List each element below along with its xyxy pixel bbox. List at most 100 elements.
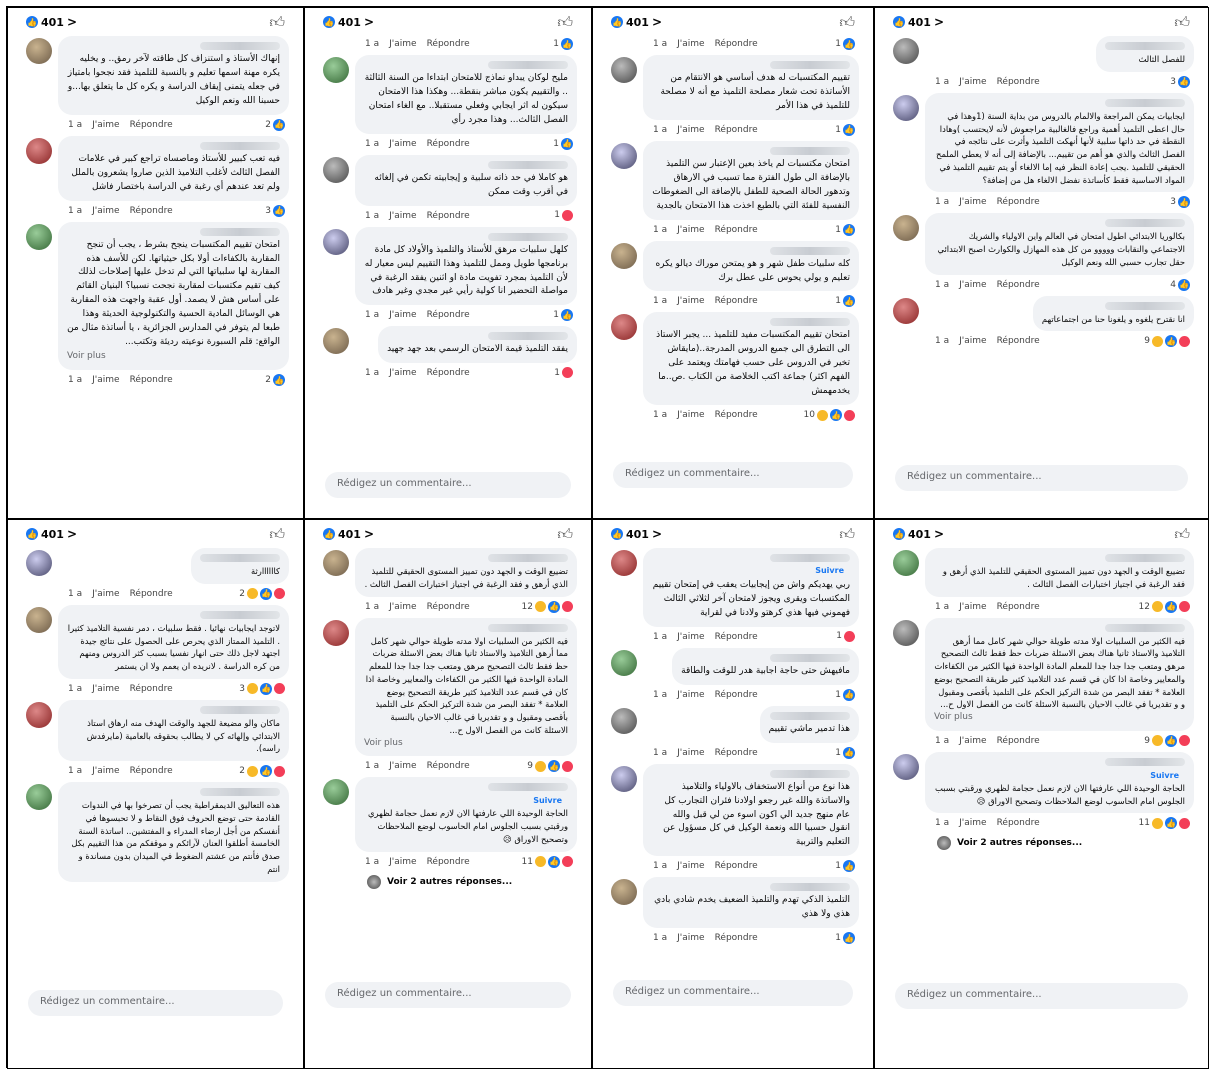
avatar[interactable]: [893, 753, 919, 780]
thumbs-up-icon[interactable]: 👍︎: [269, 13, 285, 32]
author-name-blurred[interactable]: [200, 554, 280, 562]
author-name-blurred[interactable]: [200, 610, 280, 619]
author-name-blurred[interactable]: [770, 246, 850, 255]
like-button[interactable]: J'aime: [389, 310, 416, 320]
avatar[interactable]: [323, 328, 349, 355]
avatar[interactable]: [26, 550, 52, 576]
like-button[interactable]: J'aime: [92, 766, 119, 776]
like-button[interactable]: J'aime: [677, 296, 704, 306]
see-more-link[interactable]: Voir plus: [934, 711, 1185, 725]
avatar[interactable]: [611, 707, 637, 734]
more-replies-link[interactable]: Voir 2 autres réponses...: [319, 873, 577, 891]
author-name-blurred[interactable]: [488, 160, 568, 169]
thumbs-up-icon[interactable]: 👍︎: [269, 525, 285, 544]
follow-button[interactable]: Suivre: [815, 566, 844, 575]
reply-button[interactable]: Répondre: [997, 77, 1040, 87]
comment-reactions[interactable]: 3 👍: [1170, 75, 1190, 88]
reply-button[interactable]: Répondre: [130, 120, 173, 130]
like-button[interactable]: J'aime: [677, 632, 704, 642]
like-button[interactable]: J'aime: [959, 818, 986, 828]
write-comment-input[interactable]: Rédigez un commentaire...: [895, 465, 1188, 491]
author-name-blurred[interactable]: [488, 623, 568, 632]
reply-button[interactable]: Répondre: [997, 602, 1040, 612]
like-button[interactable]: J'aime: [677, 748, 704, 758]
reply-button[interactable]: Répondre: [427, 139, 470, 149]
reactions-summary[interactable]: 👍 401 >: [611, 15, 662, 29]
comment-reactions[interactable]: 1 👍: [835, 860, 855, 873]
author-name-blurred[interactable]: [770, 146, 850, 155]
like-button[interactable]: J'aime: [92, 375, 119, 385]
avatar[interactable]: [323, 156, 349, 183]
thumbs-up-icon[interactable]: 👍︎: [557, 13, 573, 32]
author-name-blurred[interactable]: [488, 232, 568, 241]
reply-button[interactable]: Répondre: [427, 368, 470, 378]
author-name-blurred[interactable]: [488, 332, 568, 341]
reply-button[interactable]: Répondre: [130, 766, 173, 776]
avatar[interactable]: [611, 57, 637, 83]
author-name-blurred[interactable]: [200, 141, 280, 150]
comment-reactions[interactable]: 2 👍: [265, 118, 285, 131]
reply-button[interactable]: Répondre: [130, 684, 173, 694]
like-button[interactable]: J'aime: [677, 861, 704, 871]
reply-button[interactable]: Répondre: [715, 861, 758, 871]
reply-button[interactable]: Répondre: [130, 375, 173, 385]
reactions-summary[interactable]: 👍 401 >: [893, 527, 944, 541]
comment-reactions[interactable]: 1 👍: [835, 688, 855, 701]
author-name-blurred[interactable]: [770, 883, 850, 892]
reply-button[interactable]: Répondre: [997, 336, 1040, 346]
write-comment-input[interactable]: Rédigez un commentaire...: [613, 462, 853, 488]
comment-reactions[interactable]: 1 👍: [835, 123, 855, 136]
more-replies-link[interactable]: Voir 2 autres réponses...: [889, 834, 1194, 852]
avatar[interactable]: [611, 765, 637, 792]
follow-button[interactable]: Suivre: [1150, 771, 1179, 780]
comment-reactions[interactable]: 12 👍: [522, 600, 573, 613]
avatar[interactable]: [323, 550, 349, 576]
comment-reactions[interactable]: 2 👍: [239, 765, 285, 778]
thumbs-up-icon[interactable]: 👍︎: [1174, 13, 1190, 32]
avatar[interactable]: [893, 619, 919, 646]
reactions-summary[interactable]: 👍 401 >: [893, 15, 944, 29]
write-comment-input[interactable]: Rédigez un commentaire...: [325, 472, 571, 498]
write-comment-input[interactable]: Rédigez un commentaire...: [895, 983, 1188, 1009]
comment-reactions[interactable]: 1 👍: [835, 38, 855, 50]
author-name-blurred[interactable]: [1105, 554, 1185, 562]
reply-button[interactable]: Répondre: [715, 632, 758, 642]
reply-button[interactable]: Répondre: [715, 933, 758, 943]
avatar[interactable]: [323, 619, 349, 646]
reply-button[interactable]: Répondre: [715, 410, 758, 420]
thumbs-up-icon[interactable]: 👍︎: [557, 525, 573, 544]
reply-button[interactable]: Répondre: [715, 690, 758, 700]
comment-reactions[interactable]: 12 👍: [1139, 600, 1190, 613]
comment-reactions[interactable]: 1 👍: [835, 223, 855, 236]
author-name-blurred[interactable]: [200, 788, 280, 797]
avatar[interactable]: [26, 784, 52, 811]
author-name-blurred[interactable]: [770, 61, 850, 69]
comment-reactions[interactable]: 4 👍: [1170, 278, 1190, 291]
like-button[interactable]: J'aime: [677, 933, 704, 943]
thumbs-up-icon[interactable]: 👍︎: [839, 13, 855, 32]
comment-reactions[interactable]: 1 👍: [835, 746, 855, 759]
reply-button[interactable]: Répondre: [715, 39, 758, 49]
avatar[interactable]: [611, 879, 637, 906]
comment-reactions[interactable]: 1 👍: [835, 295, 855, 308]
reply-button[interactable]: Répondre: [715, 296, 758, 306]
see-more-link[interactable]: Voir plus: [67, 350, 280, 364]
avatar[interactable]: [323, 779, 349, 806]
comment-reactions[interactable]: 10 👍: [804, 409, 855, 422]
reply-button[interactable]: Répondre: [997, 736, 1040, 746]
avatar[interactable]: [893, 297, 919, 324]
reply-button[interactable]: Répondre: [715, 748, 758, 758]
author-name-blurred[interactable]: [1105, 42, 1185, 50]
thumbs-up-icon[interactable]: 👍︎: [1174, 525, 1190, 544]
reply-button[interactable]: Répondre: [427, 761, 470, 771]
reply-button[interactable]: Répondre: [427, 310, 470, 320]
author-name-blurred[interactable]: [1105, 623, 1185, 632]
reply-button[interactable]: Répondre: [997, 197, 1040, 207]
avatar[interactable]: [893, 215, 919, 242]
like-button[interactable]: J'aime: [677, 410, 704, 420]
like-button[interactable]: J'aime: [389, 761, 416, 771]
comment-reactions[interactable]: 9 👍: [527, 760, 573, 773]
comment-reactions[interactable]: 1 👍: [553, 137, 573, 150]
like-button[interactable]: J'aime: [959, 336, 986, 346]
avatar[interactable]: [26, 701, 52, 728]
